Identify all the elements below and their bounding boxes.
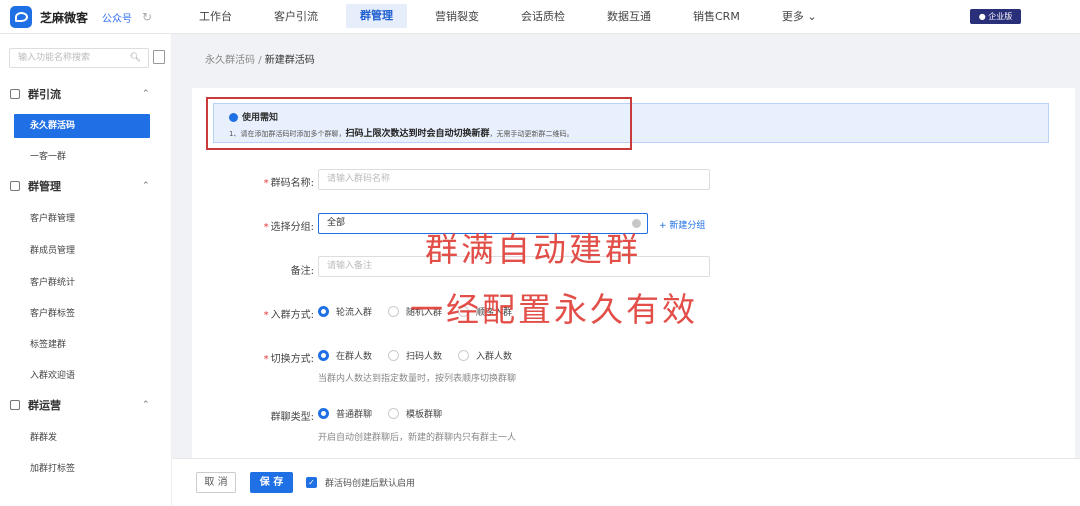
nav-marketing[interactable]: 营销裂变 — [421, 0, 493, 34]
sidebar-group-management[interactable]: 群管理 ⌃ — [10, 177, 150, 195]
enable-checkbox-label[interactable]: 群活码创建后默认启用 — [325, 476, 415, 489]
sidebar-item-one-customer-group[interactable]: 一客一群 — [14, 145, 150, 169]
opt-label: 模板群聊 — [406, 410, 443, 420]
type-label: 群聊类型: — [204, 408, 314, 423]
switch-opt-members[interactable]: 在群人数 — [318, 349, 372, 362]
sidebar: 输入功能名称搜索 🔍︎ 群引流 ⌃ 永久群活码 一客一群 群管理 ⌃ 客户群管理… — [0, 34, 172, 506]
top-bar: 芝麻微客 公众号 ↻ 工作台 客户引流 群管理 营销裂变 会话质检 数据互通 销… — [0, 0, 1080, 34]
nav-customer-traffic[interactable]: 客户引流 — [260, 0, 332, 34]
switch-opt-joins[interactable]: 入群人数 — [458, 349, 512, 362]
group-label: * 选择分组: — [263, 222, 314, 233]
group-label: 群管理 — [28, 180, 61, 193]
logo-icon — [10, 6, 32, 28]
type-label-text: 群聊类型: — [270, 412, 314, 423]
breadcrumb-current: 新建群活码 — [264, 55, 315, 66]
sidebar-item-customer-groups[interactable]: 客户群管理 — [14, 207, 150, 231]
sidebar-item-group-broadcast[interactable]: 群群发 — [14, 426, 150, 450]
join-opt-rotate[interactable]: 轮流入群 — [318, 305, 372, 318]
switch-opt-scans[interactable]: 扫码人数 — [388, 349, 442, 362]
official-account-link[interactable]: 公众号 — [102, 10, 132, 25]
overlay-line1: 群满自动建群 — [425, 230, 641, 269]
group-label-text: 选择分组: — [270, 222, 314, 233]
collapse-icon[interactable] — [153, 50, 165, 64]
chevron-up-icon: ⌃ — [142, 89, 150, 99]
sidebar-item-permanent-code[interactable]: 永久群活码 — [14, 114, 150, 138]
user-icon — [10, 89, 20, 99]
radio-checked — [318, 306, 329, 317]
name-input[interactable]: 请输入群码名称 — [318, 169, 710, 190]
chat-icon — [10, 400, 20, 410]
cancel-button[interactable]: 取 消 — [196, 472, 236, 493]
switch-label: * 切换方式: — [263, 354, 314, 365]
nav-sales-crm[interactable]: 销售CRM — [679, 0, 754, 34]
opt-label: 入群人数 — [476, 352, 513, 362]
radio-checked — [318, 350, 329, 361]
nav-group-management[interactable]: 群管理 — [346, 4, 407, 28]
sidebar-item-group-stats[interactable]: 客户群统计 — [14, 271, 150, 295]
enable-checkbox[interactable]: ✓ — [306, 477, 317, 488]
type-hint: 开启自动创建群聊后，新建的群聊内只有群主一人 — [318, 433, 517, 443]
switch-radio-group: 在群人数 扫码人数 入群人数 — [318, 349, 528, 362]
brand-name: 芝麻微客 — [40, 10, 89, 25]
footer-bar: 取 消 保 存 ✓ 群活码创建后默认启用 — [172, 458, 1080, 506]
sidebar-group-operation[interactable]: 群运营 ⌃ — [10, 396, 150, 414]
breadcrumb-parent[interactable]: 永久群活码 — [205, 55, 255, 66]
search-icon[interactable]: 🔍︎ — [130, 49, 141, 67]
radio — [458, 350, 470, 361]
breadcrumb-sep: / — [258, 55, 262, 66]
radio — [388, 408, 400, 419]
nav-more[interactable]: 更多 ⌄ — [768, 0, 831, 34]
new-group-link[interactable]: + 新建分组 — [659, 218, 705, 231]
switch-label-text: 切换方式: — [270, 354, 314, 365]
sidebar-group-traffic[interactable]: 群引流 ⌃ — [10, 85, 150, 103]
chevron-up-icon: ⌃ — [142, 400, 150, 410]
join-label: * 入群方式: — [263, 310, 314, 321]
chevron-up-icon: ⌃ — [142, 181, 150, 191]
type-opt-normal[interactable]: 普通群聊 — [318, 407, 372, 420]
edition-label: 企业版 — [988, 12, 1013, 21]
sidebar-item-welcome-message[interactable]: 入群欢迎语 — [14, 364, 150, 388]
overlay-line2: 一经配置永久有效 — [410, 290, 698, 329]
edition-badge: ● 企业版 — [970, 9, 1021, 24]
radio — [388, 350, 400, 361]
join-label-text: 入群方式: — [270, 310, 314, 321]
breadcrumb: 永久群活码 / 新建群活码 — [205, 51, 315, 66]
remark-placeholder: 请输入备注 — [327, 261, 373, 271]
sidebar-item-group-members[interactable]: 群成员管理 — [14, 239, 150, 263]
remark-label-text: 备注: — [290, 266, 314, 277]
nav-data-sync[interactable]: 数据互通 — [593, 0, 665, 34]
name-label: * 群码名称: — [263, 178, 314, 189]
sidebar-item-join-tag[interactable]: 加群打标签 — [14, 457, 150, 481]
sidebar-item-tag-create-group[interactable]: 标签建群 — [14, 333, 150, 357]
save-button[interactable]: 保 存 — [250, 472, 293, 493]
chat-icon — [10, 181, 20, 191]
group-value: 全部 — [327, 218, 346, 228]
opt-label: 扫码人数 — [406, 352, 443, 362]
type-radio-group: 普通群聊 模板群聊 — [318, 407, 458, 420]
group-label: 群运营 — [28, 399, 61, 412]
opt-label: 在群人数 — [336, 352, 373, 362]
nav-workbench[interactable]: 工作台 — [185, 0, 246, 34]
main-nav: 工作台 客户引流 群管理 营销裂变 会话质检 数据互通 销售CRM 更多 ⌄ — [185, 0, 845, 34]
switch-hint: 当群内人数达到指定数量时，按列表顺序切换群聊 — [318, 374, 517, 384]
remark-label: 备注: — [204, 262, 314, 277]
name-placeholder: 请输入群码名称 — [327, 174, 391, 184]
search-placeholder: 输入功能名称搜索 — [18, 53, 91, 63]
highlight-box — [206, 97, 632, 150]
type-opt-template[interactable]: 模板群聊 — [388, 407, 442, 420]
radio-checked — [318, 408, 329, 419]
group-label: 群引流 — [28, 88, 61, 101]
name-label-text: 群码名称: — [270, 178, 314, 189]
sidebar-item-group-tags[interactable]: 客户群标签 — [14, 302, 150, 326]
opt-label: 轮流入群 — [336, 308, 373, 318]
refresh-icon[interactable]: ↻ — [142, 10, 152, 24]
nav-session-qc[interactable]: 会话质检 — [507, 0, 579, 34]
search-input[interactable]: 输入功能名称搜索 🔍︎ — [9, 48, 149, 68]
opt-label: 普通群聊 — [336, 410, 373, 420]
radio — [388, 306, 400, 317]
brand[interactable]: 芝麻微客 公众号 ↻ — [10, 5, 152, 29]
